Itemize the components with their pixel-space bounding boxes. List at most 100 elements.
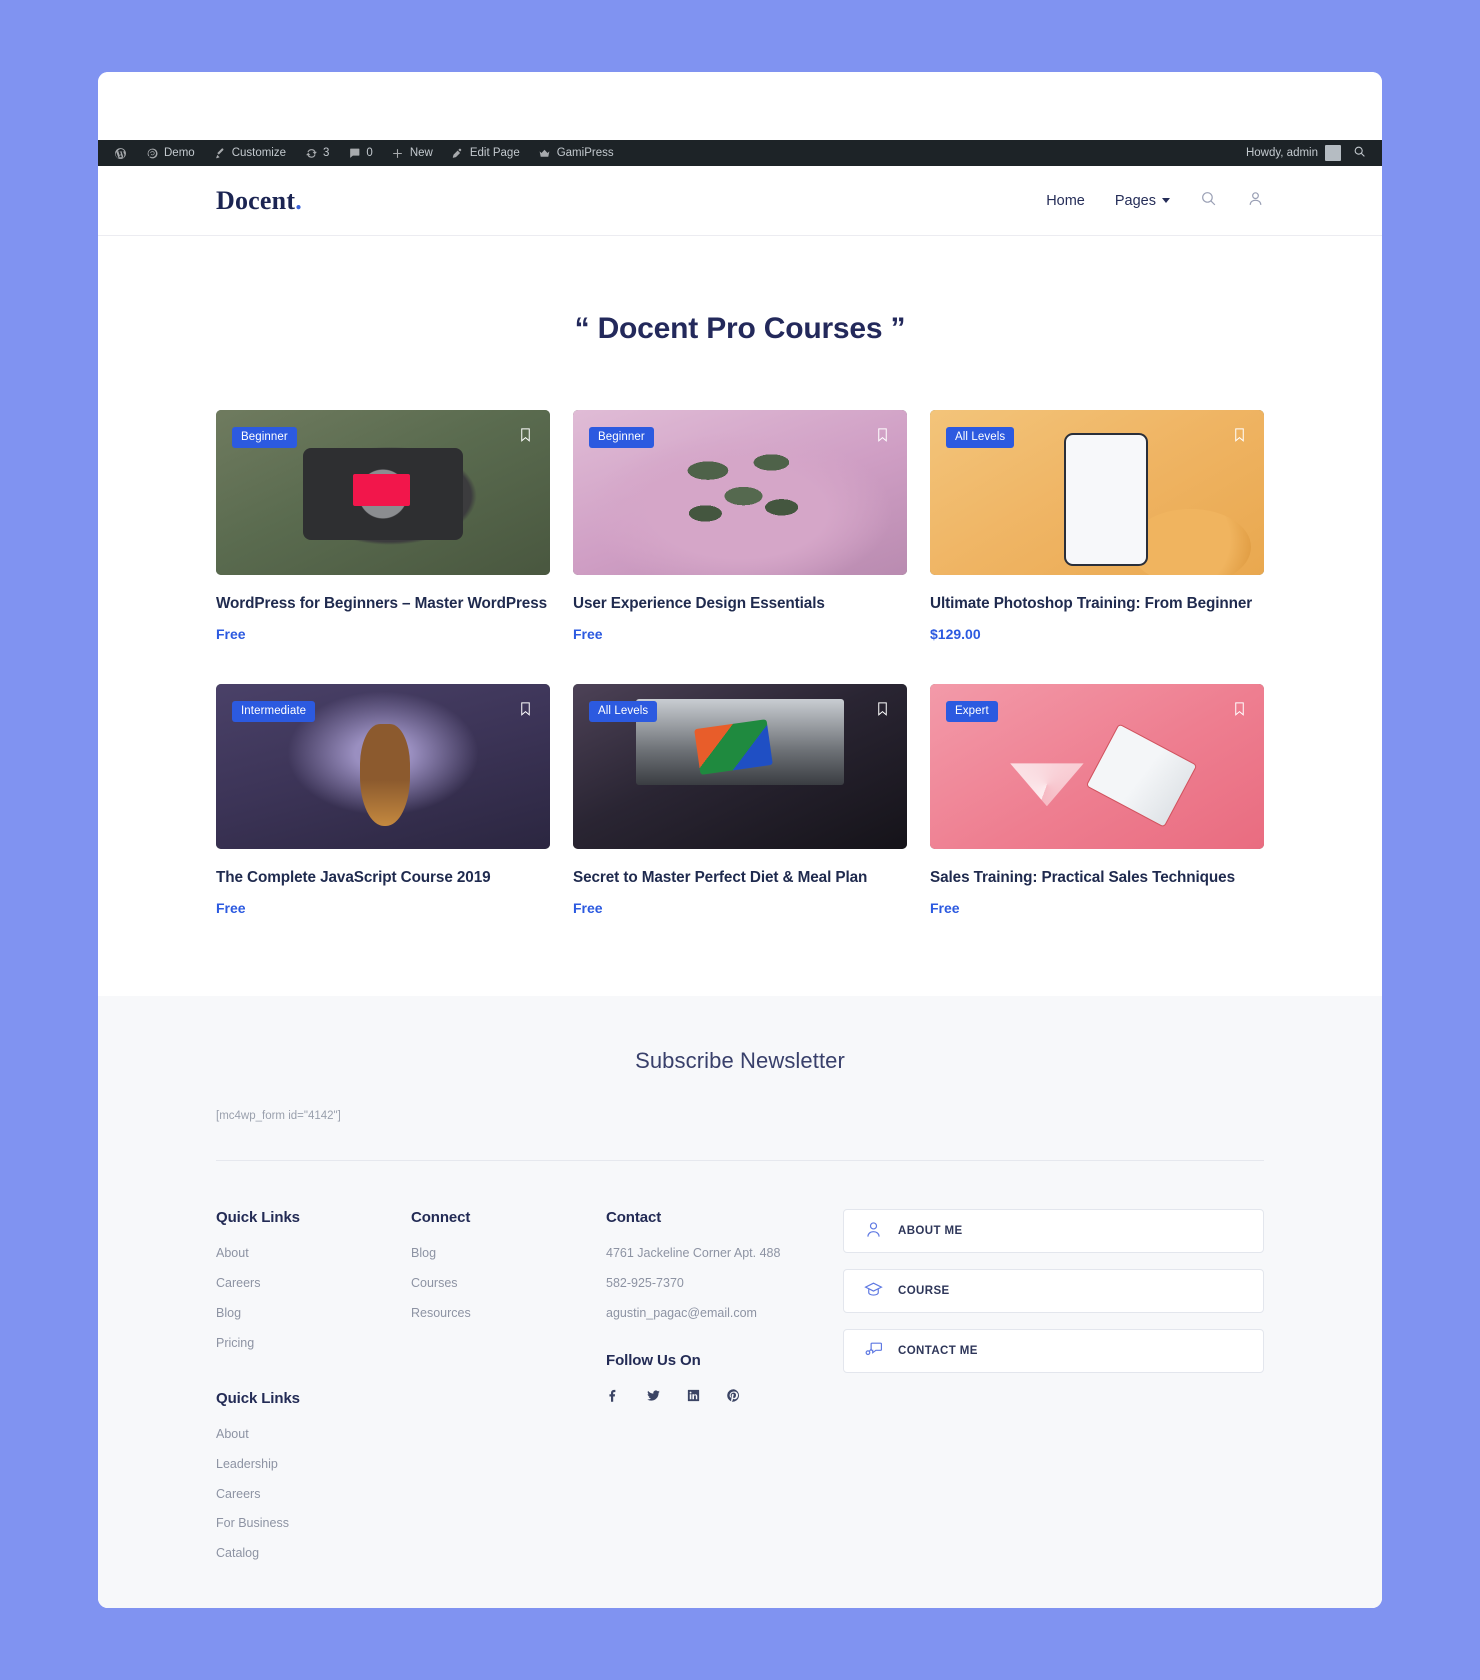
footer-heading: Connect <box>411 1209 471 1227</box>
user-icon <box>864 1220 883 1242</box>
nav-item-label: Home <box>1046 192 1085 209</box>
footer-link[interactable]: Courses <box>411 1275 606 1292</box>
footer-link[interactable]: About <box>216 1245 411 1262</box>
admin-bar-gamipress[interactable]: GamiPress <box>529 140 623 166</box>
admin-bar-updates[interactable]: 3 <box>295 140 338 166</box>
admin-bar-customize[interactable]: Customize <box>204 140 295 166</box>
footer-column-quick-links: Quick Links About Careers Blog Pricing Q… <box>216 1209 411 1575</box>
facebook-icon[interactable] <box>606 1388 621 1403</box>
course-title[interactable]: Ultimate Photoshop Training: From Beginn… <box>930 593 1264 615</box>
search-icon <box>1200 190 1217 212</box>
course-title[interactable]: User Experience Design Essentials <box>573 593 907 615</box>
dashboard-icon <box>145 146 159 160</box>
search-icon <box>1353 145 1366 161</box>
course-thumbnail[interactable]: All Levels <box>930 410 1264 575</box>
footer-link[interactable]: Leadership <box>216 1456 411 1473</box>
course-price: Free <box>573 900 603 917</box>
course-price: Free <box>216 900 246 917</box>
admin-bar-edit-page[interactable]: Edit Page <box>442 140 529 166</box>
admin-bar-site-name[interactable]: Demo <box>136 140 204 166</box>
pinterest-icon[interactable] <box>726 1388 741 1403</box>
contact-email[interactable]: agustin_pagac@email.com <box>606 1305 821 1322</box>
site-logo-dot: . <box>295 185 302 215</box>
plus-icon <box>391 146 405 160</box>
primary-navigation: Home Pages <box>1046 190 1264 212</box>
site-header: Docent. Home Pages <box>98 166 1382 236</box>
main-content: “ Docent Pro Courses ” Beginner WordPres… <box>98 312 1382 952</box>
admin-bar-my-account[interactable]: Howdy, admin <box>1238 145 1349 161</box>
graduation-cap-icon <box>864 1280 883 1302</box>
brush-icon <box>213 146 227 160</box>
footer-column-contact: Contact 4761 Jackeline Corner Apt. 488 5… <box>606 1209 821 1575</box>
wp-admin-bar: Demo Customize 3 0 New Edit Page GamiPre… <box>98 140 1382 166</box>
course-thumbnail[interactable]: Intermediate <box>216 684 550 850</box>
course-button[interactable]: COURSE <box>843 1269 1264 1314</box>
footer-link[interactable]: About <box>216 1426 411 1443</box>
footer-link[interactable]: Resources <box>411 1305 606 1322</box>
course-level-badge: All Levels <box>589 701 658 723</box>
crown-icon <box>538 146 552 160</box>
footer-link[interactable]: Catalog <box>216 1545 411 1562</box>
course-card[interactable]: Beginner WordPress for Beginners – Maste… <box>216 410 550 642</box>
course-card[interactable]: Intermediate The Complete JavaScript Cou… <box>216 684 550 916</box>
course-thumbnail[interactable]: Beginner <box>216 410 550 575</box>
course-title[interactable]: The Complete JavaScript Course 2019 <box>216 867 550 889</box>
admin-bar-right-group: Howdy, admin <box>1238 145 1382 161</box>
course-title[interactable]: WordPress for Beginners – Master WordPre… <box>216 593 550 615</box>
footer-link[interactable]: Blog <box>411 1245 606 1262</box>
admin-bar-comments[interactable]: 0 <box>338 140 381 166</box>
admin-bar-item-label: GamiPress <box>556 147 614 159</box>
bookmark-icon[interactable] <box>875 425 890 449</box>
footer: Subscribe Newsletter [mc4wp_form id="414… <box>98 996 1382 1608</box>
bookmark-icon[interactable] <box>518 699 533 723</box>
footer-button-label: ABOUT ME <box>898 1225 963 1238</box>
bookmark-icon[interactable] <box>1232 425 1247 449</box>
wordpress-icon <box>113 146 127 160</box>
admin-bar-wordpress-logo[interactable] <box>104 140 136 166</box>
footer-column-connect: Connect Blog Courses Resources <box>411 1209 606 1575</box>
nav-item-home[interactable]: Home <box>1046 193 1085 209</box>
admin-bar-new-content[interactable]: New <box>382 140 442 166</box>
course-card[interactable]: All Levels Secret to Master Perfect Diet… <box>573 684 907 916</box>
linkedin-icon[interactable] <box>686 1388 701 1403</box>
footer-columns: Quick Links About Careers Blog Pricing Q… <box>98 1161 1382 1575</box>
course-thumbnail[interactable]: Beginner <box>573 410 907 575</box>
howdy-label: Howdy, admin <box>1245 147 1318 159</box>
footer-link[interactable]: Careers <box>216 1486 411 1503</box>
footer-heading: Contact <box>606 1209 662 1227</box>
avatar <box>1325 145 1341 161</box>
header-account-button[interactable] <box>1247 190 1264 212</box>
nav-item-pages[interactable]: Pages <box>1115 193 1170 209</box>
footer-action-buttons: ABOUT ME COURSE CONTACT ME <box>821 1209 1264 1575</box>
site-logo-text: Docent <box>216 185 296 215</box>
footer-link[interactable]: Blog <box>216 1305 411 1322</box>
course-price: Free <box>930 900 960 917</box>
course-title[interactable]: Sales Training: Practical Sales Techniqu… <box>930 867 1264 889</box>
about-me-button[interactable]: ABOUT ME <box>843 1209 1264 1254</box>
admin-bar-search-button[interactable] <box>1349 145 1374 161</box>
course-title[interactable]: Secret to Master Perfect Diet & Meal Pla… <box>573 867 907 889</box>
course-thumbnail[interactable]: All Levels <box>573 684 907 850</box>
contact-me-button[interactable]: CONTACT ME <box>843 1329 1264 1374</box>
site-logo[interactable]: Docent. <box>216 186 302 216</box>
footer-link[interactable]: Careers <box>216 1275 411 1292</box>
pencil-icon <box>451 146 465 160</box>
newsletter-heading: Subscribe Newsletter <box>635 1048 845 1074</box>
updates-icon <box>304 146 318 160</box>
newsletter-section: Subscribe Newsletter [mc4wp_form id="414… <box>98 996 1382 1122</box>
course-thumbnail[interactable]: Expert <box>930 684 1264 850</box>
course-card[interactable]: Expert Sales Training: Practical Sales T… <box>930 684 1264 916</box>
bookmark-icon[interactable] <box>518 425 533 449</box>
bookmark-icon[interactable] <box>875 699 890 723</box>
bookmark-icon[interactable] <box>1232 699 1247 723</box>
course-card[interactable]: All Levels Ultimate Photoshop Training: … <box>930 410 1264 642</box>
course-level-badge: Beginner <box>589 427 654 448</box>
twitter-icon[interactable] <box>646 1388 661 1403</box>
header-search-button[interactable] <box>1200 190 1217 212</box>
course-card[interactable]: Beginner User Experience Design Essentia… <box>573 410 907 642</box>
admin-bar-item-label: Demo <box>164 147 195 159</box>
chevron-down-icon <box>1162 198 1170 203</box>
footer-link[interactable]: Pricing <box>216 1335 411 1352</box>
page-scroll-area[interactable]: Demo Customize 3 0 New Edit Page GamiPre… <box>98 72 1382 1608</box>
footer-link[interactable]: For Business <box>216 1515 411 1532</box>
